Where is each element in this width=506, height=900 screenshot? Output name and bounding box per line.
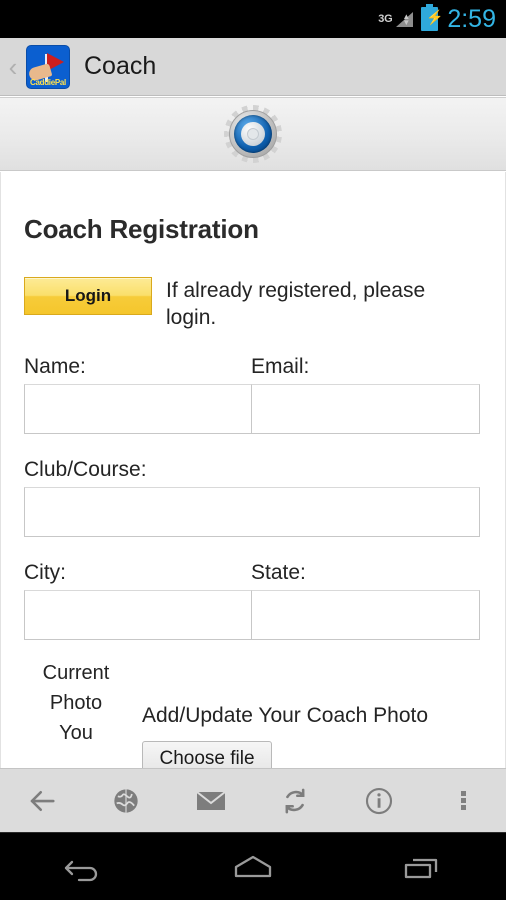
city-input[interactable] bbox=[24, 590, 252, 640]
state-input[interactable] bbox=[252, 590, 480, 640]
action-bar: ‹ CaddiePal Coach bbox=[0, 38, 506, 96]
login-note-text: If already registered, please login. bbox=[166, 279, 426, 329]
nav-recents-icon[interactable] bbox=[337, 852, 506, 882]
name-label: Name: bbox=[24, 355, 86, 378]
club-course-label: Club/Course: bbox=[24, 458, 147, 481]
signal-bars-icon: ▲ ▼ bbox=[393, 9, 414, 29]
registration-heading: Coach Registration bbox=[24, 214, 259, 244]
current-photo-you-label: You bbox=[59, 722, 93, 744]
page-title: Coach bbox=[84, 52, 157, 80]
status-bar: 3G ▲ ▼ ⚡ 2:59 bbox=[0, 0, 506, 38]
name-input[interactable] bbox=[24, 384, 252, 434]
name-email-input-row bbox=[24, 384, 482, 434]
email-label: Email: bbox=[251, 355, 310, 378]
email-input[interactable] bbox=[252, 384, 480, 434]
state-label: State: bbox=[251, 561, 306, 584]
club-course-input-row bbox=[24, 487, 482, 537]
coach-photo-block: Current Photo You Add/Update Your Coach … bbox=[24, 658, 482, 768]
add-update-photo-column: Add/Update Your Coach Photo Choose file bbox=[128, 658, 482, 768]
current-photo-column: Current Photo You bbox=[24, 658, 128, 768]
current-photo-label: Current Photo bbox=[42, 662, 110, 714]
webview-content: Coach Registration Login If already regi… bbox=[0, 172, 506, 768]
mail-icon[interactable] bbox=[169, 769, 253, 833]
back-chevron-icon[interactable]: ‹ bbox=[2, 54, 24, 80]
nav-back-icon[interactable] bbox=[0, 852, 169, 882]
choose-file-button[interactable]: Choose file bbox=[142, 741, 272, 768]
add-update-photo-caption: Add/Update Your Coach Photo bbox=[142, 704, 429, 727]
city-state-input-row bbox=[24, 590, 482, 640]
caddiepal-app-icon[interactable]: CaddiePal bbox=[26, 44, 70, 89]
gear-icon bbox=[224, 105, 282, 163]
nav-home-icon[interactable] bbox=[169, 852, 338, 882]
city-state-label-row: City: State: bbox=[24, 561, 482, 585]
battery-charging-icon: ⚡ bbox=[421, 4, 444, 31]
refresh-icon[interactable] bbox=[253, 769, 337, 833]
browser-toolbar bbox=[0, 768, 506, 832]
gear-banner bbox=[0, 97, 506, 171]
app-icon-caption: CaddiePal bbox=[30, 77, 66, 87]
overflow-menu-icon[interactable] bbox=[422, 769, 506, 833]
back-arrow-icon[interactable] bbox=[0, 769, 84, 833]
status-bar-clock: 2:59 bbox=[447, 4, 496, 33]
name-email-label-row: Name: Email: bbox=[24, 355, 482, 379]
login-row: Login If already registered, please logi… bbox=[24, 277, 482, 331]
network-type-label: 3G bbox=[378, 13, 393, 25]
android-navigation-bar bbox=[0, 832, 506, 900]
info-icon[interactable] bbox=[337, 769, 421, 833]
globe-icon[interactable] bbox=[84, 769, 168, 833]
android-device-screen: 3G ▲ ▼ ⚡ 2:59 ‹ CaddiePal Coach Coach Re… bbox=[0, 0, 506, 900]
club-course-input[interactable] bbox=[24, 487, 480, 537]
city-label: City: bbox=[24, 561, 66, 584]
login-button[interactable]: Login bbox=[24, 277, 152, 315]
